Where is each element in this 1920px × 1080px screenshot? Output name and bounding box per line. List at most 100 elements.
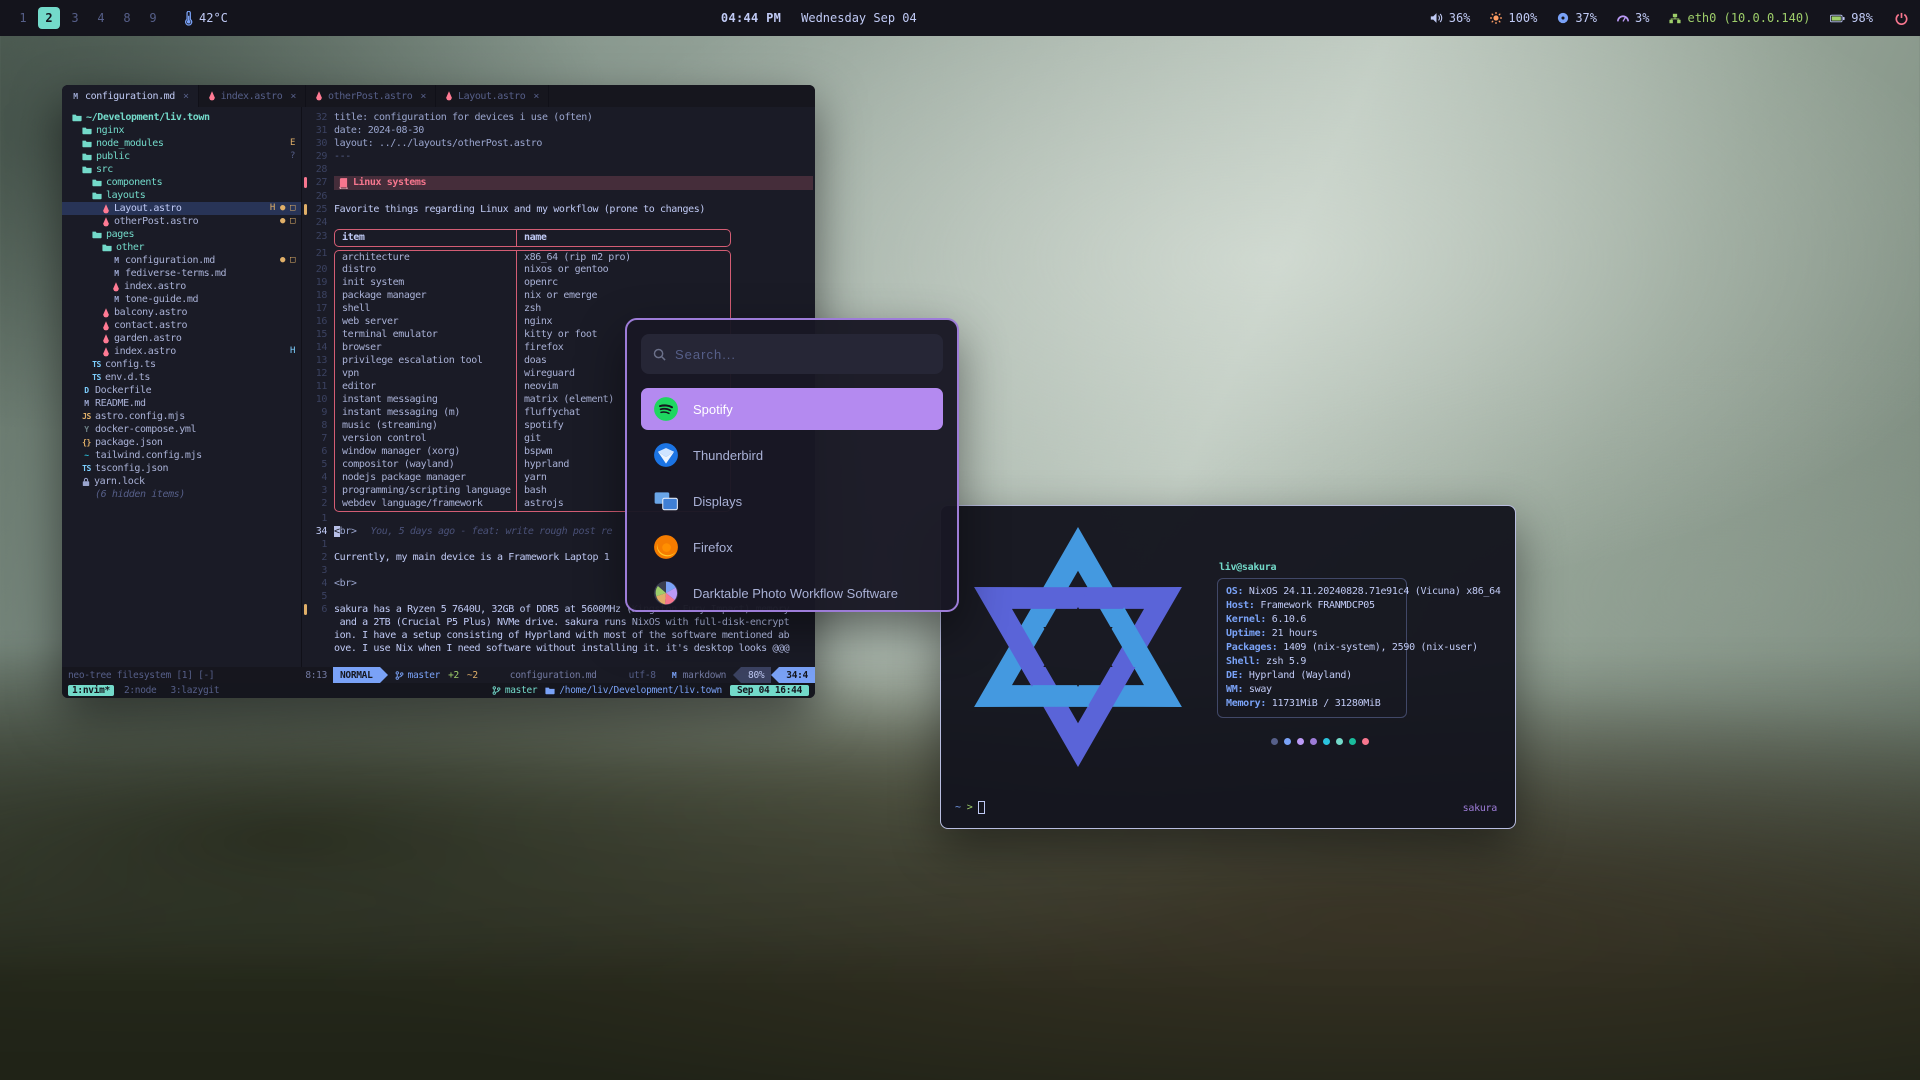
table-cell: git (517, 432, 541, 445)
close-icon[interactable]: × (290, 91, 296, 102)
power-button[interactable] (1895, 12, 1908, 25)
tree-item-components[interactable]: components (62, 176, 301, 189)
statusbar-module-volume[interactable]: 36% (1430, 11, 1471, 25)
tree-item-node_modules[interactable]: node_modulesE (62, 137, 301, 150)
statusbar-module-battery[interactable]: 98% (1830, 11, 1873, 25)
workspace-4[interactable]: 4 (90, 7, 112, 29)
table-cell: astrojs (517, 497, 563, 511)
tab-otherPost.astro[interactable]: otherPost.astro × (306, 85, 436, 107)
workspace-9[interactable]: 9 (142, 7, 164, 29)
tree-item-garden.astro[interactable]: garden.astro (62, 332, 301, 345)
tree-item-package.json[interactable]: {}package.json (62, 436, 301, 449)
statusbar-module-cpu[interactable]: 3% (1617, 11, 1649, 25)
workspace-1[interactable]: 1 (12, 7, 34, 29)
launcher-app-Spotify[interactable]: Spotify (641, 388, 943, 430)
tree-item-tsconfig.json[interactable]: TStsconfig.json (62, 462, 301, 475)
line-number: 17 (302, 302, 334, 315)
launcher-app-Thunderbird[interactable]: Thunderbird (641, 434, 943, 476)
fetch-line-Uptime: Uptime: 21 hours (1226, 627, 1398, 641)
line-number: 29 (302, 150, 334, 163)
folder-icon (545, 686, 555, 695)
tree-item-(6 hidden items)[interactable]: (6 hidden items) (62, 488, 301, 501)
table-cell: version control (335, 432, 517, 445)
line-text: Currently, my main device is a Framework… (334, 551, 609, 564)
shell-prompt[interactable]: ~ > (955, 801, 985, 814)
tree-item-layouts[interactable]: layouts (62, 189, 301, 202)
statusbar-module-brightness[interactable]: 100% (1490, 11, 1537, 25)
tree-item-label: index.astro (124, 280, 186, 293)
editor-line: ion. I have a setup consisting of Hyprla… (302, 629, 815, 642)
tree-item-Layout.astro[interactable]: Layout.astroH ● □ (62, 202, 301, 215)
tree-item-nginx[interactable]: nginx (62, 124, 301, 137)
fetch-value: sway (1249, 684, 1272, 695)
tab-configuration.md[interactable]: Mconfiguration.md× (62, 85, 199, 107)
tree-item-fediverse-terms.md[interactable]: Mfediverse-terms.md (62, 267, 301, 280)
tree-item-label: yarn.lock (94, 475, 145, 488)
tree-item-balcony.astro[interactable]: balcony.astro (62, 306, 301, 319)
tree-root[interactable]: ~/Development/liv.town (62, 111, 301, 124)
tree-item-config.ts[interactable]: TSconfig.ts (62, 358, 301, 371)
table-cell: init system (335, 276, 517, 289)
tree-item-yarn.lock[interactable]: yarn.lock (62, 475, 301, 488)
statusbar-module-temperature[interactable]: 42°C (184, 11, 228, 26)
launcher-app-label: Firefox (693, 540, 733, 555)
fetch-value: zsh 5.9 (1266, 656, 1306, 667)
line-number: 12 (302, 367, 334, 380)
clock-module[interactable]: 04:44 PM Wednesday Sep 04 (721, 11, 917, 25)
tree-item-env.d.ts[interactable]: TSenv.d.ts (62, 371, 301, 384)
tmux-window-1:nvim*[interactable]: 1:nvim* (68, 685, 114, 696)
workspace-3[interactable]: 3 (64, 7, 86, 29)
statusline-separator (733, 667, 741, 683)
tree-item-index.astro[interactable]: index.astroH (62, 345, 301, 358)
lock-icon (82, 477, 90, 487)
statusline-cursor-position: 34:4 (779, 667, 815, 683)
editor-line: 31date: 2024-08-30 (302, 124, 815, 137)
tree-item-Dockerfile[interactable]: DDockerfile (62, 384, 301, 397)
js-icon: JS (82, 410, 91, 423)
tree-item-astro.config.mjs[interactable]: JSastro.config.mjs (62, 410, 301, 423)
launcher-search[interactable] (641, 334, 943, 374)
folder-icon (82, 126, 92, 135)
tree-item-public[interactable]: public? (62, 150, 301, 163)
tab-label: otherPost.astro (328, 91, 412, 102)
table-cell: compositor (wayland) (335, 458, 517, 471)
close-icon[interactable]: × (420, 91, 426, 102)
fetch-value: 1409 (nix-system), 2590 (nix-user) (1283, 642, 1478, 653)
tree-item-index.astro[interactable]: index.astro (62, 280, 301, 293)
tree-item-tailwind.config.mjs[interactable]: ~tailwind.config.mjs (62, 449, 301, 462)
tree-item-docker-compose.yml[interactable]: Ydocker-compose.yml (62, 423, 301, 436)
workspace-2[interactable]: 2 (38, 7, 60, 29)
statusbar-module-network[interactable]: eth0 (10.0.0.140) (1669, 11, 1810, 25)
statusbar-module-disk[interactable]: 37% (1557, 11, 1597, 25)
line-number: 4 (302, 577, 334, 590)
table-row: distronixos or gentoo (334, 263, 731, 276)
palette-dot (1284, 738, 1291, 745)
tab-Layout.astro[interactable]: Layout.astro× (436, 85, 549, 107)
tree-item-contact.astro[interactable]: contact.astro (62, 319, 301, 332)
fetch-label: WM: (1226, 684, 1249, 695)
close-icon[interactable]: × (533, 91, 539, 102)
tmux-window-3:lazygit[interactable]: 3:lazygit (166, 685, 223, 696)
table-cell: browser (335, 341, 517, 354)
tree-item-otherPost.astro[interactable]: otherPost.astro● □ (62, 215, 301, 228)
tree-item-other[interactable]: other (62, 241, 301, 254)
table-cell: music (streaming) (335, 419, 517, 432)
tree-item-README.md[interactable]: MREADME.md (62, 397, 301, 410)
search-input[interactable] (675, 347, 931, 362)
tree-item-pages[interactable]: pages (62, 228, 301, 241)
tree-item-label: node_modules (96, 137, 163, 150)
close-icon[interactable]: × (183, 91, 189, 102)
tree-item-configuration.md[interactable]: Mconfiguration.md● □ (62, 254, 301, 267)
tree-item-src[interactable]: src (62, 163, 301, 176)
tab-index.astro[interactable]: index.astro× (199, 85, 306, 107)
tmux-window-2:node[interactable]: 2:node (120, 685, 161, 696)
table-cell: package manager (335, 289, 517, 302)
tree-item-tone-guide.md[interactable]: Mtone-guide.md (62, 293, 301, 306)
line-text: title: configuration for devices i use (… (334, 111, 593, 124)
terminal-window[interactable]: liv@sakura OS: NixOS 24.11.20240828.71e9… (940, 505, 1516, 829)
launcher-app-Darktable Photo Workflow Software[interactable]: Darktable Photo Workflow Software (641, 572, 943, 612)
launcher-app-Firefox[interactable]: Firefox (641, 526, 943, 568)
launcher-app-Displays[interactable]: Displays (641, 480, 943, 522)
workspace-8[interactable]: 8 (116, 7, 138, 29)
line-number: 13 (302, 354, 334, 367)
